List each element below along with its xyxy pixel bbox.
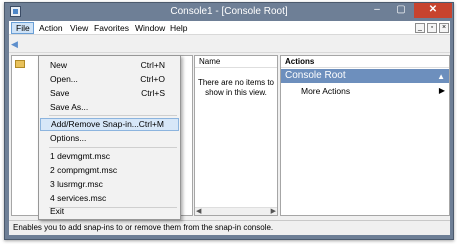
console-root-group[interactable]: Console Root ▲ (281, 69, 449, 83)
menu-item-label: Save (50, 88, 70, 98)
child-minimize-button[interactable]: _ (415, 23, 425, 33)
menu-item-recent-1[interactable]: 1 devmgmt.msc (40, 150, 179, 163)
scroll-right-icon[interactable]: ▶ (271, 208, 276, 216)
menu-item-exit[interactable]: Exit (40, 205, 179, 218)
collapse-arrow-icon[interactable]: ▲ (437, 70, 445, 84)
menu-item-recent-4[interactable]: 4 services.msc (40, 192, 179, 205)
name-column-header[interactable]: Name (195, 56, 277, 68)
close-button[interactable]: ✕ (414, 3, 452, 18)
menu-item-new[interactable]: New Ctrl+N (40, 59, 179, 72)
status-bar: Enables you to add snap-ins to or remove… (9, 220, 450, 234)
menu-separator (49, 147, 177, 148)
file-menu-dropdown: New Ctrl+N Open... Ctrl+O Save Ctrl+S Sa… (38, 55, 181, 220)
menu-item-label: Save As... (50, 102, 89, 112)
menu-item-recent-2[interactable]: 2 compmgmt.msc (40, 164, 179, 177)
folder-icon[interactable] (15, 60, 25, 68)
more-actions-item[interactable]: More Actions (301, 86, 350, 96)
menu-item-save-as[interactable]: Save As... (40, 101, 179, 114)
menu-item-label: New (50, 60, 68, 70)
menu-item-label: Exit (50, 206, 65, 216)
menu-window[interactable]: Window (135, 23, 165, 35)
menu-item-shortcut: Ctrl+M (138, 119, 164, 129)
menu-action[interactable]: Action (39, 23, 63, 35)
menu-item-shortcut: Ctrl+N (140, 60, 165, 70)
back-arrow-icon[interactable]: ◀ (11, 39, 21, 49)
actions-pane: Actions Console Root ▲ More Actions ▶ (280, 55, 450, 216)
scroll-left-icon[interactable]: ◀ (196, 208, 201, 216)
menu-item-open[interactable]: Open... Ctrl+O (40, 73, 179, 86)
menu-file[interactable]: File (11, 22, 34, 34)
menu-view[interactable]: View (70, 23, 88, 35)
menu-item-shortcut: Ctrl+O (140, 74, 165, 84)
menu-favorites[interactable]: Favorites (94, 23, 129, 35)
menu-item-recent-3[interactable]: 3 lusrmgr.msc (40, 178, 179, 191)
menu-item-options[interactable]: Options... (40, 132, 179, 145)
menu-item-label: Options... (50, 133, 87, 143)
menu-item-add-remove-snap-in[interactable]: Add/Remove Snap-in... Ctrl+M (40, 118, 179, 131)
menu-item-label: Add/Remove Snap-in... (51, 119, 139, 129)
menu-item-label: 2 compmgmt.msc (50, 165, 118, 175)
menu-item-label: 3 lusrmgr.msc (50, 179, 103, 189)
horizontal-scrollbar[interactable]: ◀ ▶ (195, 207, 277, 215)
menu-item-shortcut: Ctrl+S (141, 88, 165, 98)
menu-item-label: 4 services.msc (50, 193, 107, 203)
client-area: File Action View Favorites Window Help _… (9, 21, 450, 235)
console-root-label: Console Root (285, 70, 346, 81)
console-window: Console1 - [Console Root] – ▢ ✕ File Act… (4, 2, 454, 240)
child-close-button[interactable]: × (439, 23, 449, 33)
title-bar[interactable]: Console1 - [Console Root] – ▢ ✕ (5, 3, 453, 21)
minimize-button[interactable]: – (366, 3, 388, 18)
menu-item-label: 1 devmgmt.msc (50, 151, 110, 161)
menu-help[interactable]: Help (170, 23, 187, 35)
results-pane[interactable]: Name There are no items to show in this … (194, 55, 278, 216)
actions-header: Actions (281, 56, 449, 68)
maximize-button[interactable]: ▢ (390, 3, 412, 18)
child-restore-button[interactable]: ▫ (427, 23, 437, 33)
menu-item-label: Open... (50, 74, 78, 84)
menu-bar: File Action View Favorites Window Help _… (9, 21, 450, 35)
empty-view-message: There are no items to show in this view. (197, 78, 275, 97)
toolbar: ◀ (9, 35, 450, 53)
submenu-arrow-icon: ▶ (438, 86, 445, 95)
menu-item-save[interactable]: Save Ctrl+S (40, 87, 179, 100)
menu-separator (49, 115, 177, 116)
